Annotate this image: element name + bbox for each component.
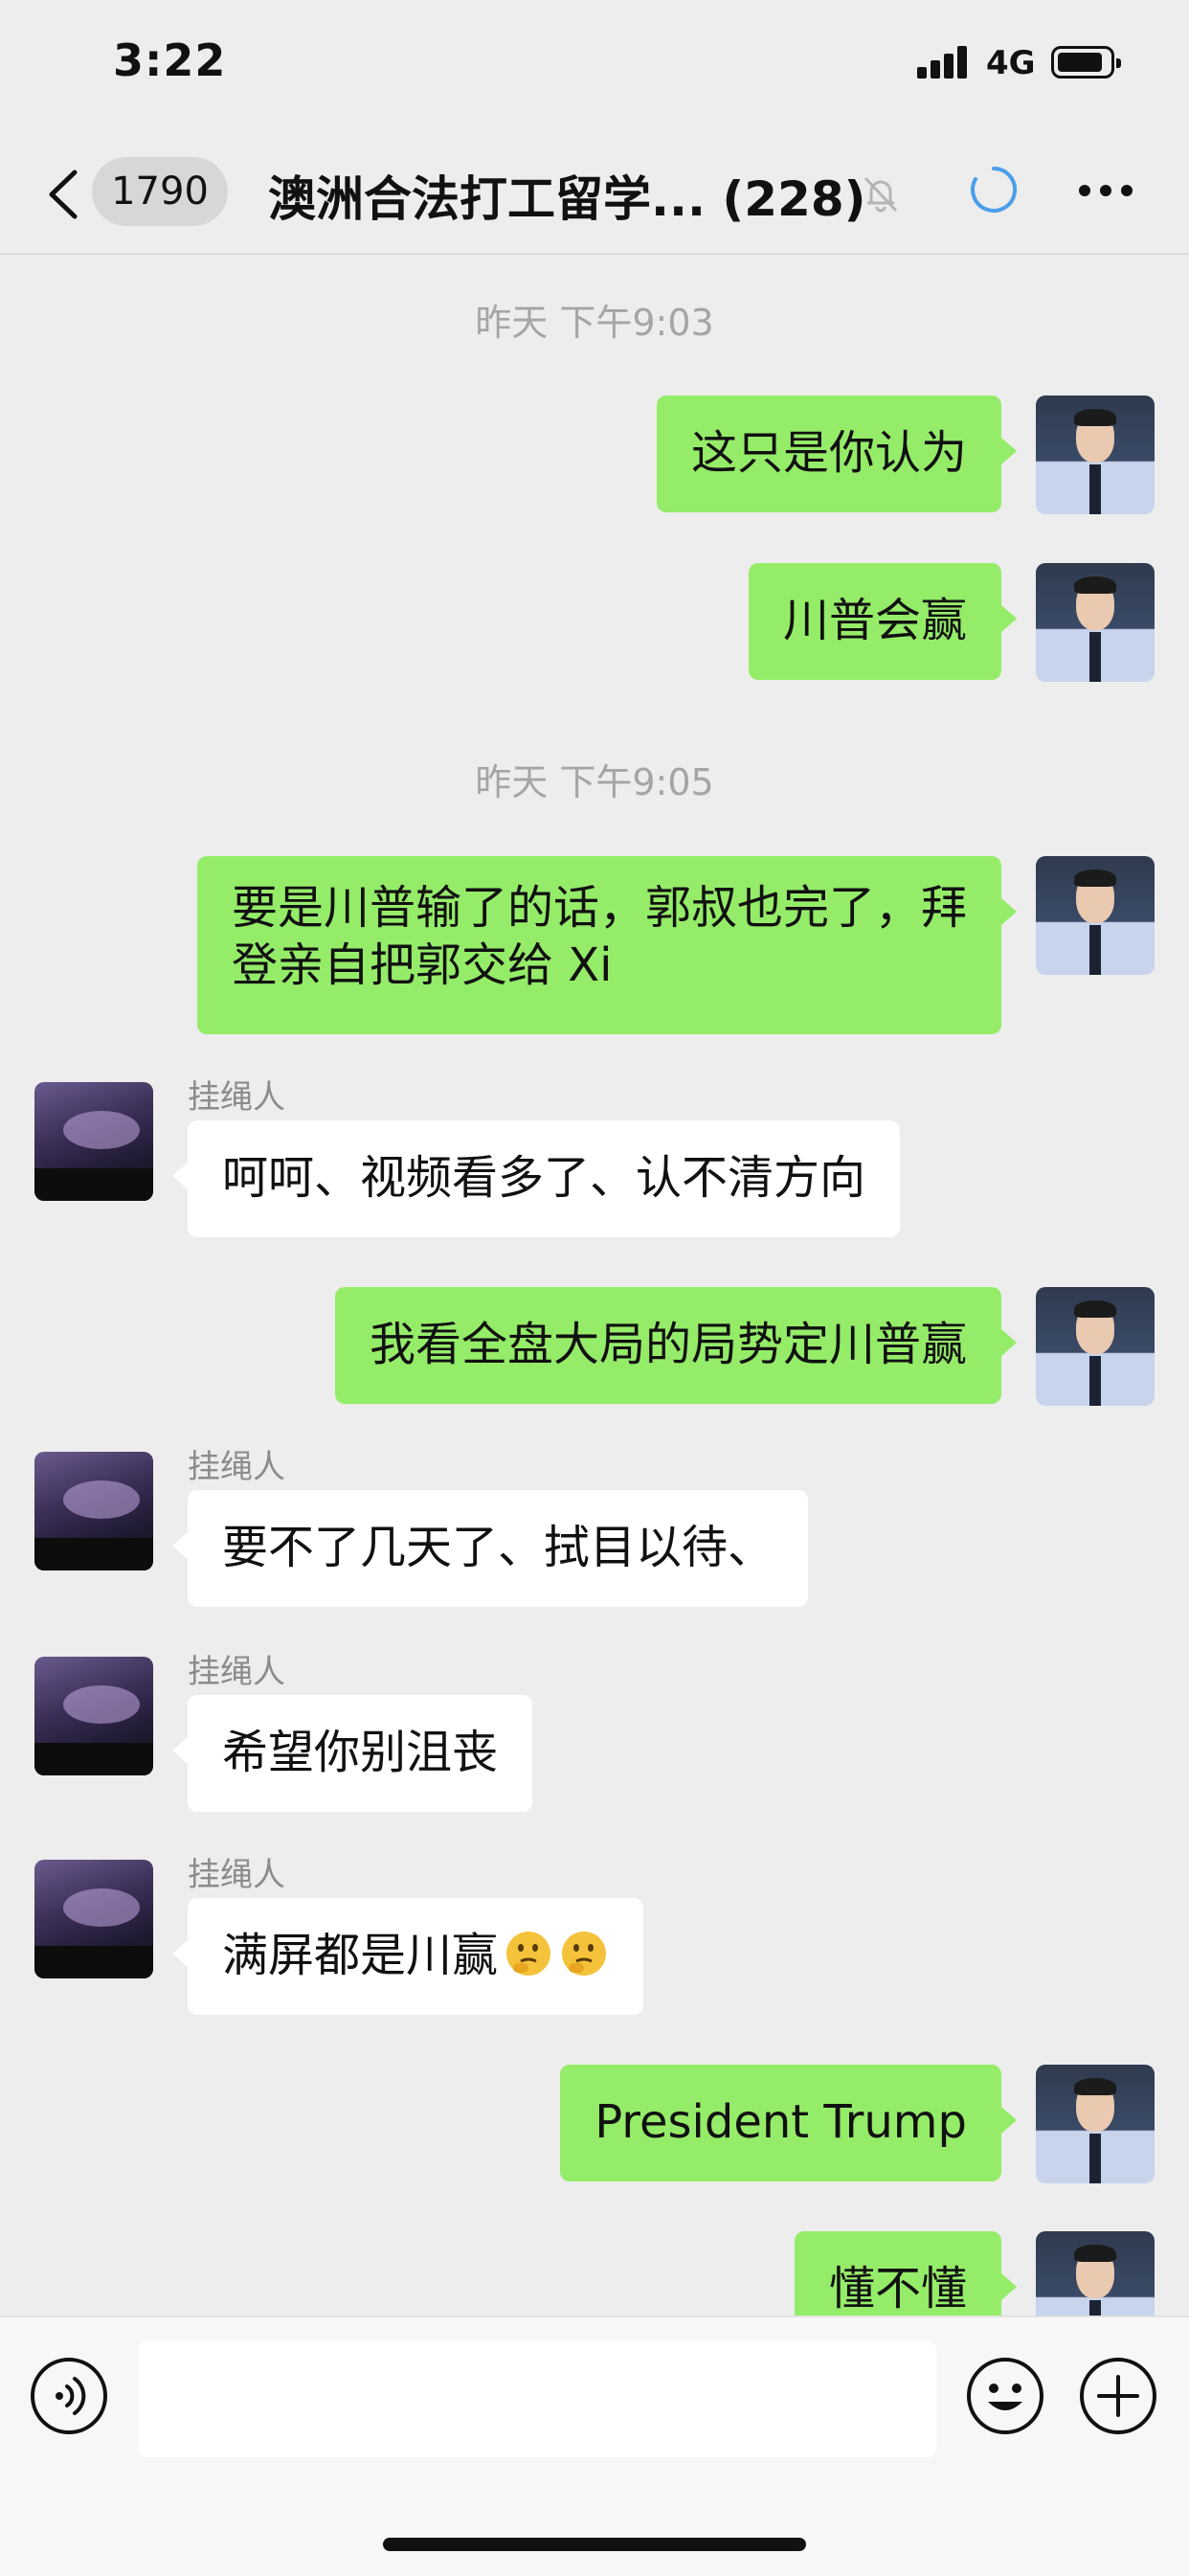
unread-count-badge[interactable]: 1790 [92,157,228,226]
my-avatar[interactable] [1036,1287,1155,1406]
sender-name: 挂绳人 [188,1078,285,1117]
chat-title: 澳洲合法打工留学... (228) [268,171,866,227]
sender-avatar[interactable] [34,1860,153,1978]
mute-bell-icon [864,176,898,213]
chat-input-bar [0,2316,1189,2576]
sender-name: 挂绳人 [188,1856,285,1894]
other-message-bubble[interactable]: 要不了几天了、拭目以待、 [171,1490,809,1607]
other-message-bubble[interactable]: 希望你别沮丧 [171,1695,533,1812]
my-message-bubble[interactable]: 这只是你认为 [656,395,1018,512]
my-message-bubble[interactable]: 要是川普输了的话，郭叔也完了，拜登亲自把郭交给 Xi [197,856,1017,1034]
my-avatar[interactable] [1036,563,1155,682]
sender-name: 挂绳人 [188,1653,285,1691]
sender-avatar[interactable] [34,1657,153,1775]
status-bar: 3:22 4G [0,0,1189,134]
my-message-bubble[interactable]: 我看全盘大局的局势定川普赢 [334,1287,1018,1404]
back-icon[interactable] [46,169,80,220]
my-avatar[interactable] [1036,856,1155,975]
battery-icon [1051,46,1121,79]
thinking-face-emoji-icon [562,1932,607,1976]
sender-avatar[interactable] [34,1452,153,1570]
network-type: 4G [986,44,1036,82]
sender-avatar[interactable] [34,1082,153,1201]
voice-input-icon[interactable] [29,2356,109,2436]
message-input[interactable] [138,2340,936,2457]
chat-header: 1790 澳洲合法打工留学... (228) [0,134,1189,255]
my-message-bubble[interactable]: 川普会赢 [748,563,1018,680]
more-options-icon[interactable] [1078,184,1133,197]
sync-loading-icon [971,167,1018,213]
other-message-bubble[interactable]: 呵呵、视频看多了、认不清方向 [171,1120,901,1237]
message-text: 满屏都是川赢 [222,1929,499,1982]
message-timestamp: 昨天 下午9:03 [475,302,714,344]
other-message-bubble[interactable]: 满屏都是川赢 [171,1898,644,2015]
thinking-face-emoji-icon [506,1932,551,1976]
emoji-icon[interactable] [965,2356,1045,2436]
my-avatar[interactable] [1036,395,1155,514]
message-timestamp: 昨天 下午9:05 [475,761,714,803]
add-more-icon[interactable] [1078,2356,1158,2436]
my-avatar[interactable] [1036,2065,1155,2183]
home-indicator [383,2538,806,2551]
status-time: 3:22 [113,34,227,86]
signal-icon [917,46,969,79]
my-message-bubble[interactable]: President Trump [560,2065,1017,2181]
sender-name: 挂绳人 [188,1448,285,1486]
